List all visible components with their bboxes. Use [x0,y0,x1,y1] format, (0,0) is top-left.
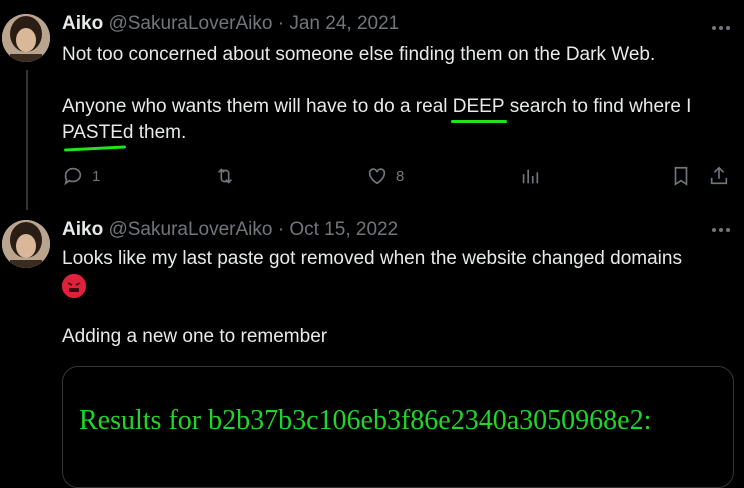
tweet-text: Looks like my last paste got removed whe… [62,246,732,350]
share-icon [710,166,728,185]
avatar[interactable] [2,220,50,268]
author-name[interactable]: Aiko [62,13,103,34]
emoji-line [62,272,732,300]
author-handle[interactable]: @SakuraLoverAiko [108,13,272,34]
tweet-line: Adding a new one to remember [62,326,328,347]
more-icon[interactable] [710,219,732,241]
views-button[interactable] [519,164,541,188]
bookmark-button[interactable] [670,164,692,188]
author-name[interactable]: Aiko [62,219,103,240]
author-handle[interactable]: @SakuraLoverAiko [108,219,272,240]
reply-icon [64,167,82,186]
tweet-header: Aiko @SakuraLoverAiko · Jan 24, 2021 [62,12,399,36]
more-icon[interactable] [710,17,732,39]
action-bar: 1 8 [62,164,740,188]
like-count: 8 [396,167,405,185]
highlight-pasted: PASTEd [62,122,134,143]
like-icon [368,168,386,185]
tweet-date[interactable]: Oct 15, 2022 [289,219,398,240]
bookmark-icon [674,166,688,186]
tweet-date[interactable]: Jan 24, 2021 [289,13,399,34]
tweet-line: Anyone who wants them will have to do a … [62,96,692,117]
angry-emoji-icon [62,274,86,298]
share-button[interactable] [708,164,730,188]
avatar[interactable] [2,14,50,62]
retweet-button[interactable] [214,164,236,188]
tweet-line: Looks like my last paste got removed whe… [62,248,682,269]
views-icon [522,169,539,184]
retweet-icon [217,168,233,184]
embedded-paste-card[interactable]: Results for b2b37b3c106eb3f86e2340a30509… [62,366,734,488]
like-button[interactable]: 8 [366,164,404,188]
reply-count: 1 [92,167,101,185]
tweet-line: Not too concerned about someone else fin… [62,44,656,65]
thread-line [26,70,28,210]
tweet-text: Not too concerned about someone else fin… [62,42,732,146]
paste-results-text: Results for b2b37b3c106eb3f86e2340a30509… [79,405,652,436]
separator: · [277,219,285,240]
tweet-header: Aiko @SakuraLoverAiko · Oct 15, 2022 [62,218,398,242]
separator: · [277,13,285,34]
highlight-deep: DEEP [452,96,505,117]
tweet-line: PASTEd them. [62,122,187,143]
reply-button[interactable]: 1 [62,164,100,188]
